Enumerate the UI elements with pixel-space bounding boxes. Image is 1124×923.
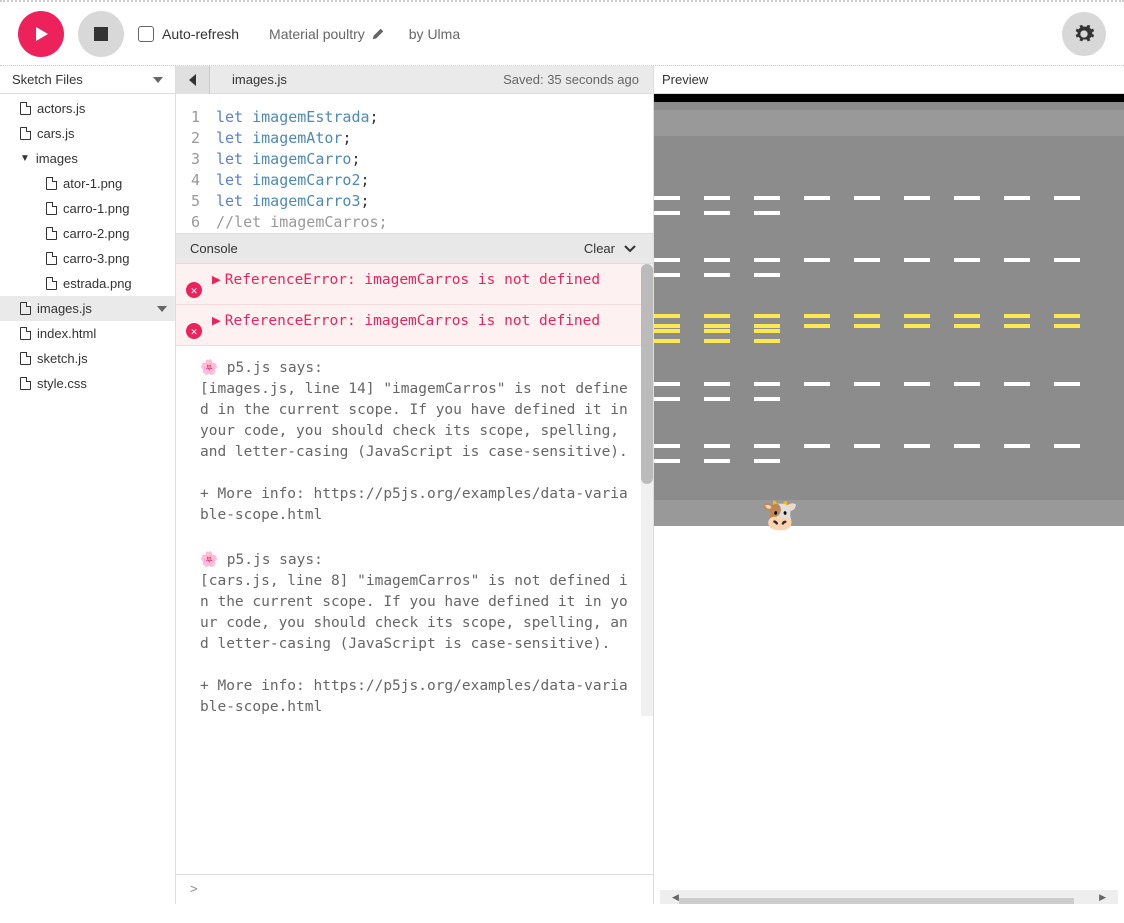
checkbox-icon <box>138 26 154 42</box>
file-item[interactable]: carro-2.png <box>0 221 175 246</box>
file-icon <box>20 377 31 390</box>
editor-panel: images.js Saved: 35 seconds ago 123456 l… <box>176 66 654 904</box>
file-icon <box>46 227 57 240</box>
file-item[interactable]: carro-3.png <box>0 246 175 271</box>
error-row[interactable]: ✕▶ReferenceError: imagemCarros is not de… <box>176 264 653 305</box>
editor-header: images.js Saved: 35 seconds ago <box>176 66 653 94</box>
file-icon <box>20 302 31 315</box>
file-icon <box>46 202 57 215</box>
console-message: 🌸 p5.js says: [images.js, line 14] "imag… <box>176 346 653 538</box>
project-name[interactable]: Material poultry <box>269 26 385 42</box>
file-list: actors.jscars.js▼imagesator-1.pngcarro-1… <box>0 94 175 904</box>
gear-icon <box>1073 23 1095 45</box>
sidebar: Sketch Files actors.jscars.js▼imagesator… <box>0 66 176 904</box>
gutter: 123456 <box>176 94 208 233</box>
file-item[interactable]: ator-1.png <box>0 171 175 196</box>
file-icon <box>46 177 57 190</box>
file-item[interactable]: sketch.js <box>0 346 175 371</box>
collapse-sidebar-button[interactable] <box>176 66 210 94</box>
chevron-left-icon <box>189 74 196 86</box>
saved-label: Saved: 35 seconds ago <box>503 72 653 87</box>
scrollbar[interactable] <box>641 264 653 716</box>
file-item[interactable]: images.js <box>0 296 175 321</box>
file-item[interactable]: cars.js <box>0 121 175 146</box>
toolbar: Auto-refresh Material poultry by Ulma <box>0 0 1124 66</box>
error-icon: ✕ <box>186 323 202 339</box>
console-body[interactable]: ✕▶ReferenceError: imagemCarros is not de… <box>176 264 653 874</box>
preview-canvas: 🐮 ◀ ▶ <box>654 94 1124 904</box>
error-row[interactable]: ✕▶ReferenceError: imagemCarros is not de… <box>176 305 653 346</box>
road: 🐮 <box>654 94 1124 526</box>
preview-header: Preview <box>654 66 1124 94</box>
console-input[interactable]: > <box>176 874 653 904</box>
chevron-down-icon <box>157 306 167 312</box>
cow-sprite: 🐮 <box>761 498 798 533</box>
console-header: Console Clear <box>176 234 653 264</box>
error-icon: ✕ <box>186 282 202 298</box>
file-item[interactable]: style.css <box>0 371 175 396</box>
file-item[interactable]: carro-1.png <box>0 196 175 221</box>
author-line: by Ulma <box>409 26 460 42</box>
code-editor[interactable]: 123456 let imagemEstrada; let imagemAtor… <box>176 94 653 234</box>
editor-filename: images.js <box>210 72 287 87</box>
stop-button[interactable] <box>78 11 124 57</box>
file-icon <box>20 327 31 340</box>
console-title: Console <box>190 241 238 256</box>
chevron-down-icon[interactable] <box>621 240 639 258</box>
settings-button[interactable] <box>1062 12 1106 56</box>
file-icon <box>46 252 57 265</box>
chevron-down-icon <box>153 77 163 83</box>
play-icon <box>32 25 50 43</box>
file-icon <box>46 277 57 290</box>
sidebar-header[interactable]: Sketch Files <box>0 66 175 94</box>
code-content: let imagemEstrada; let imagemAtor; let i… <box>208 94 388 233</box>
file-item[interactable]: actors.js <box>0 96 175 121</box>
file-icon <box>20 352 31 365</box>
stop-icon <box>94 27 108 41</box>
play-button[interactable] <box>18 11 64 57</box>
auto-refresh-label: Auto-refresh <box>162 26 239 42</box>
folder-item[interactable]: ▼images <box>0 146 175 171</box>
preview-panel: Preview 🐮 ◀ ▶ <box>654 66 1124 904</box>
main: Sketch Files actors.jscars.js▼imagesator… <box>0 66 1124 904</box>
horizontal-scrollbar[interactable]: ◀ ▶ <box>660 890 1118 904</box>
file-item[interactable]: estrada.png <box>0 271 175 296</box>
console-message: 🌸 p5.js says: [cars.js, line 8] "imagemC… <box>176 538 653 730</box>
pencil-icon <box>371 27 385 41</box>
auto-refresh-toggle[interactable]: Auto-refresh <box>138 26 239 42</box>
file-icon <box>20 102 31 115</box>
clear-button[interactable]: Clear <box>584 241 615 256</box>
file-item[interactable]: index.html <box>0 321 175 346</box>
file-icon <box>20 127 31 140</box>
